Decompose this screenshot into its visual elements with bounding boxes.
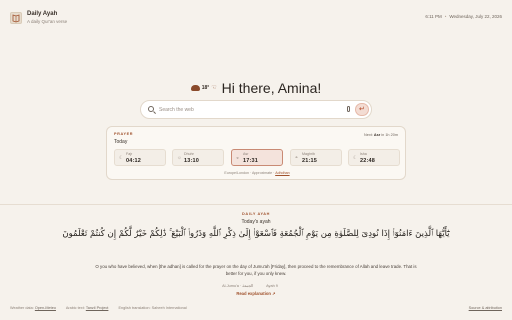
date-text: Wednesday, July 22, 2026 [449,14,502,19]
cloud-icon [190,84,200,91]
ayah-label: DAILY AYAH [242,212,270,216]
read-explanation-link[interactable]: Read explanation ↗ [0,291,512,296]
prayer-time-value: 13:10 [184,158,200,164]
temperature-unit: ° [207,84,210,91]
prayer-time-maghrib[interactable]: ◓ Maghrib 21:15 [290,149,342,166]
ayah-subtitle: Today's ayah [241,219,271,225]
prayer-times: ☾ Fajr 04:12 ☼ Dhuhr 13:10 ◒ Asr 17:31 ◓… [114,149,400,166]
read-explanation-label: Read explanation [236,291,271,296]
tanzil-link[interactable]: Tanzil Project [86,306,109,310]
prayer-name: Isha [360,152,367,156]
datetime: 6:11 PM • Wednesday, July 22, 2026 [425,14,502,19]
prayer-day: Today [114,139,128,145]
open-meteo-link[interactable]: Open-Meteo [35,306,56,310]
prayer-location: Europe/London · Approximate · Adhdhan [107,171,407,175]
prayer-time-value: 22:48 [360,158,376,164]
external-link-icon: ↗ [272,291,276,296]
section-divider [0,204,512,205]
temperature: 18° [202,85,210,91]
greeting-row: 18° ☜ Hi there, Amina! [0,79,512,97]
surah-name-en: Al-Jumu'a [222,284,239,288]
translation-credit: English translation: Saheeh Internationa… [118,306,187,310]
prayer-time-dhuhr[interactable]: ☼ Dhuhr 13:10 [172,149,224,166]
moon-icon: ☾ [353,155,358,161]
prayer-name: Asr [243,152,249,156]
waving-hand-icon: ☜ [211,85,217,92]
prayer-name: Maghrib [302,152,315,156]
next-prayer-info: Next: Asr in 1h 20m [364,133,398,137]
prayer-time-value: 17:31 [243,158,259,164]
source-attribution-link[interactable]: Source & attribution [469,306,502,310]
ayah-number: Ayah 9 [266,284,278,288]
mic-icon[interactable] [347,106,350,112]
sunset-icon: ◓ [295,155,299,161]
search-input[interactable] [159,104,329,116]
weather-credit-label: Weather data: [10,306,34,310]
prayer-time-value: 21:15 [302,158,318,164]
sun-low-icon: ◒ [236,155,240,161]
prayer-label: PRAYER [114,132,134,136]
sun-icon: ☼ [177,155,182,161]
search-submit-button[interactable]: ↵ [355,103,369,116]
clock-time: 6:11 PM [425,14,442,19]
prayer-time-asr[interactable]: ◒ Asr 17:31 [231,149,283,166]
prayer-name: Dhuhr [184,152,194,156]
app-logo [10,12,22,24]
search-bar: ↵ [140,100,372,119]
next-prayer-countdown: in 1h 20m [381,133,398,137]
search-icon [148,106,154,112]
app-title: Daily Ayah [27,11,58,17]
ayah-arabic-text: يَٰٓأَيُّهَا ٱلَّذِينَ ءَامَنُوٓا۟ إِذَا… [62,229,450,239]
footer-attribution: Weather data: Open-Meteo Arabic text: Ta… [10,306,187,310]
enter-icon: ↵ [359,106,365,113]
greeting-text: Hi there, Amina! [221,79,322,96]
prayer-time-isha[interactable]: ☾ Isha 22:48 [348,149,400,166]
app-subtitle: A daily Qur'an verse [27,19,68,24]
book-icon [12,14,20,23]
prayer-time-fajr[interactable]: ☾ Fajr 04:12 [114,149,166,166]
datetime-separator: • [444,14,447,19]
surah-name-ar: الجمعة [242,284,254,288]
ayah-reference: Al-Jumu'a · الجمعة Ayah 9 [0,283,512,288]
next-prayer-name: Asr [373,133,381,137]
location-method-link[interactable]: Adhdhan [275,171,289,175]
prayer-card: PRAYER Today Next: Asr in 1h 20m ☾ Fajr … [106,126,406,180]
prayer-name: Fajr [126,152,133,156]
arabic-credit-label: Arabic text: [65,306,85,310]
prayer-time-value: 04:12 [126,158,142,164]
location-text: Europe/London · Approximate · [224,171,275,175]
moon-icon: ☾ [119,155,124,161]
next-label: Next: [363,133,373,137]
ayah-translation: O you who have believed, when [the adhan… [95,264,417,276]
